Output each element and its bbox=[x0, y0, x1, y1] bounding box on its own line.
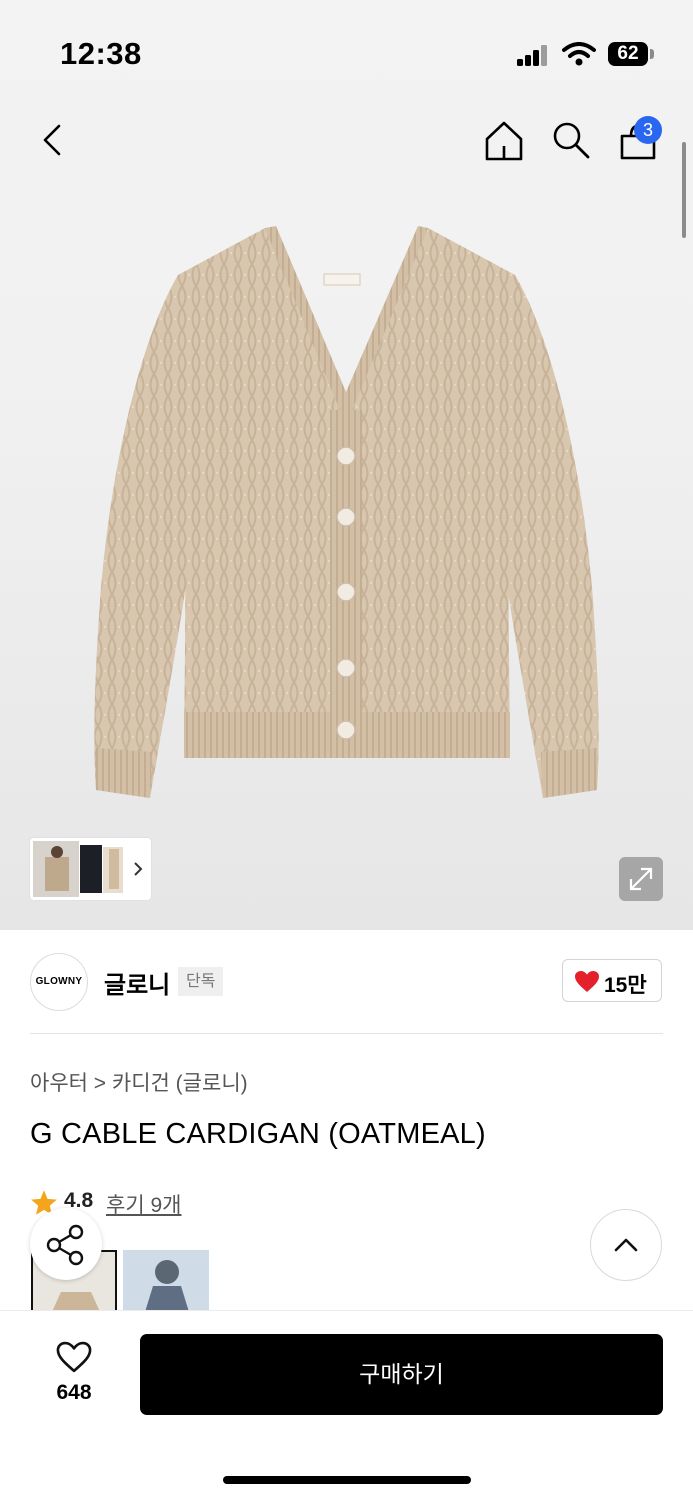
home-indicator bbox=[223, 1476, 471, 1484]
product-title: G CABLE CARDIGAN (OATMEAL) bbox=[30, 1118, 486, 1150]
scrollbar[interactable] bbox=[682, 142, 686, 238]
review-link[interactable]: 후기 9개 bbox=[106, 1189, 181, 1219]
buy-button[interactable]: 구매하기 bbox=[140, 1334, 663, 1415]
battery-tip bbox=[650, 49, 654, 59]
battery-indicator: 62 bbox=[608, 42, 648, 66]
cart-count-badge: 3 bbox=[634, 116, 662, 144]
divider bbox=[30, 1033, 663, 1034]
breadcrumb[interactable]: 아우터 > 카디건 (글로니) bbox=[30, 1067, 248, 1097]
brand-name[interactable]: 글로니 bbox=[104, 965, 170, 1000]
share-button[interactable] bbox=[30, 1208, 102, 1280]
brand-logo[interactable]: GLOWNY bbox=[30, 953, 88, 1011]
home-icon[interactable] bbox=[484, 120, 524, 162]
back-icon[interactable] bbox=[38, 122, 68, 158]
status-time: 12:38 bbox=[60, 36, 142, 71]
heart-icon bbox=[575, 971, 599, 992]
chevron-up-icon bbox=[614, 1238, 638, 1252]
wifi-icon bbox=[562, 42, 596, 66]
color-thumbnail-strip[interactable] bbox=[30, 838, 151, 900]
cellular-signal-icon bbox=[517, 44, 547, 66]
share-icon bbox=[46, 1224, 84, 1266]
scroll-to-top-button[interactable] bbox=[590, 1209, 662, 1281]
heart-outline-icon[interactable] bbox=[55, 1340, 93, 1374]
review-thumbnail[interactable] bbox=[123, 1250, 209, 1312]
exclusive-badge: 단독 bbox=[178, 967, 224, 996]
wish-count: 648 bbox=[56, 1381, 92, 1404]
color-thumbnails bbox=[33, 841, 143, 897]
brand-like-count: 15만 bbox=[604, 974, 647, 997]
expand-icon[interactable] bbox=[619, 857, 663, 901]
search-icon[interactable] bbox=[551, 120, 591, 162]
